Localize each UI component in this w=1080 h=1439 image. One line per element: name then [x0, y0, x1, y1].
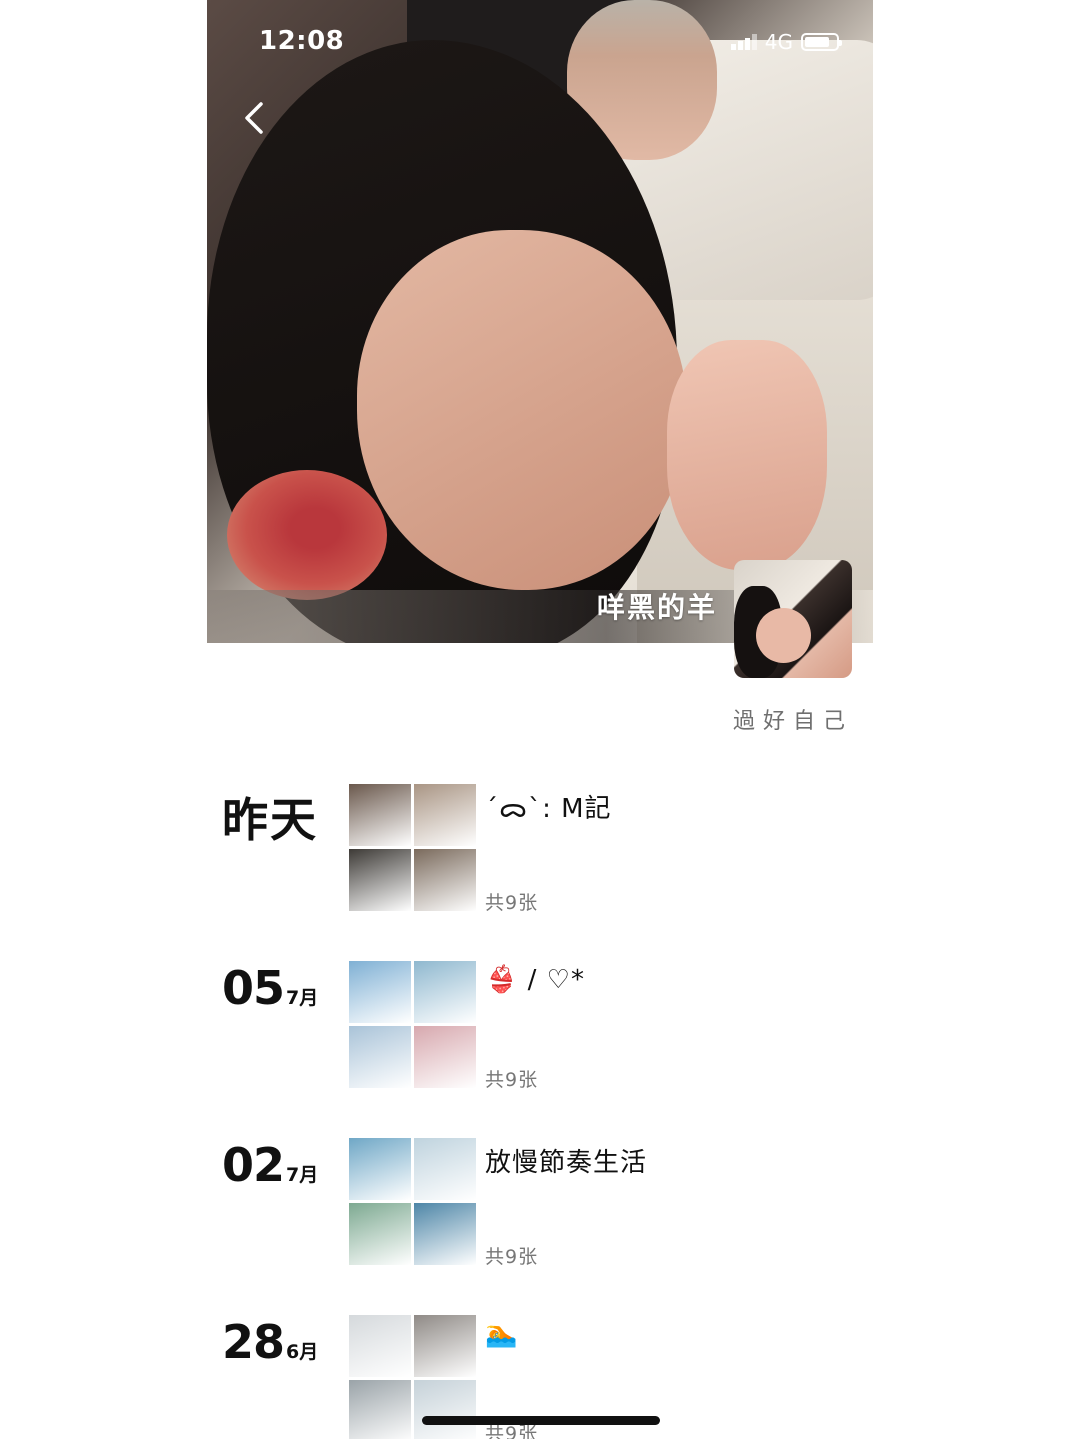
thumbnail [414, 1315, 476, 1377]
status-bar: 12:08 4G [207, 0, 873, 80]
avatar[interactable] [734, 560, 852, 678]
post-entry[interactable]: 昨天 ´ᯅ`: M記 共9张 [207, 784, 873, 924]
post-caption: ´ᯅ`: M記 [485, 794, 612, 824]
thumbnail [414, 1203, 476, 1265]
post-thumbnail-grid[interactable] [349, 961, 477, 1089]
back-icon[interactable] [235, 98, 275, 138]
post-thumbnail-grid[interactable] [349, 1138, 477, 1266]
thumbnail [349, 1138, 411, 1200]
post-photo-count: 共9张 [485, 1246, 539, 1268]
thumbnail [414, 1380, 476, 1439]
post-caption: 🏊 [485, 1319, 519, 1349]
thumbnail [414, 961, 476, 1023]
post-photo-count: 共9张 [485, 892, 539, 914]
post-date: 28 6月 [222, 1315, 319, 1369]
profile-nickname: 咩黑的羊 [596, 591, 717, 624]
post-thumbnail-grid[interactable] [349, 784, 477, 912]
home-indicator[interactable] [422, 1416, 660, 1425]
post-entry[interactable]: 05 7月 👙 / ♡* 共9张 [207, 961, 873, 1101]
thumbnail [414, 784, 476, 846]
thumbnail [414, 1026, 476, 1088]
thumbnail [349, 1315, 411, 1377]
thumbnail [349, 849, 411, 911]
thumbnail [349, 1026, 411, 1088]
post-photo-count: 共9张 [485, 1069, 539, 1091]
profile-signature: 過好自己 [732, 709, 853, 734]
network-label: 4G [764, 30, 793, 54]
post-entry[interactable]: 02 7月 放慢節奏生活 共9张 [207, 1138, 873, 1278]
thumbnail [414, 1138, 476, 1200]
thumbnail [414, 849, 476, 911]
post-caption: 放慢節奏生活 [485, 1148, 648, 1178]
post-date: 02 7月 [222, 1138, 319, 1192]
thumbnail [349, 784, 411, 846]
battery-icon [801, 33, 842, 51]
thumbnail [349, 961, 411, 1023]
thumbnail [349, 1380, 411, 1439]
post-caption: 👙 / ♡* [485, 965, 585, 995]
post-date: 05 7月 [222, 961, 319, 1015]
post-date: 昨天 [222, 793, 318, 847]
signal-icon [730, 34, 757, 50]
phone-screen: 12:08 4G 咩黑的羊 過好自己 昨天 ´ᯅ`: M記 共9张 057月 [207, 0, 873, 1439]
cover-photo[interactable] [207, 0, 873, 643]
thumbnail [349, 1203, 411, 1265]
status-time: 12:08 [259, 26, 345, 56]
